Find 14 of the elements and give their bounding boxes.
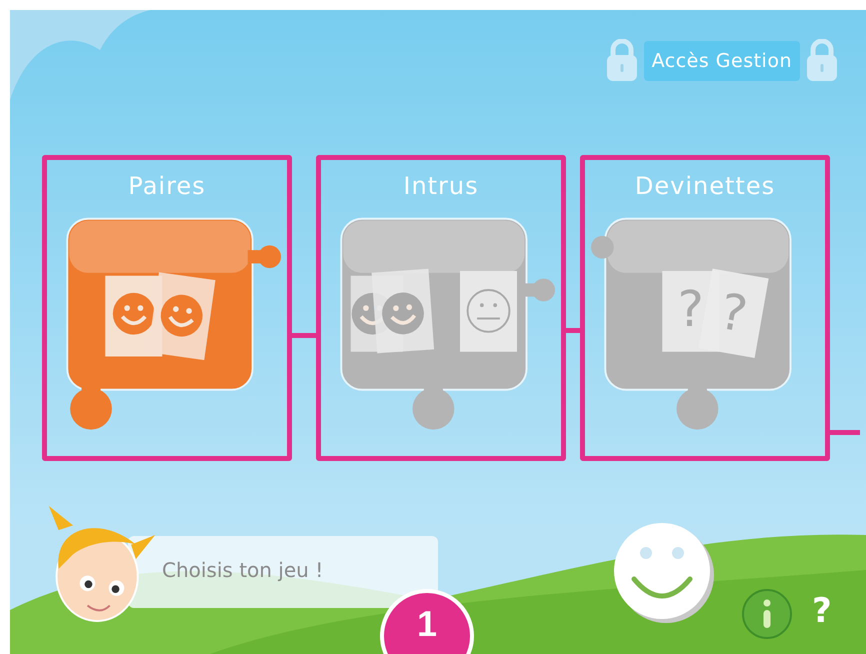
padlock-icon (804, 39, 840, 83)
help-button[interactable]: ? (812, 591, 832, 631)
game-title: Devinettes (634, 172, 776, 200)
admin-access-button[interactable]: Accès Gestion (644, 41, 800, 81)
speech-bubble-text: Choisis ton jeu ! (128, 536, 438, 608)
game-title: Intrus (403, 172, 479, 200)
card-symbol: ? (678, 280, 704, 338)
game-card[interactable]: Devinettes ? ? (580, 155, 830, 461)
smiley-button-icon[interactable] (612, 521, 716, 625)
game-card[interactable]: Intrus (316, 155, 566, 461)
info-icon[interactable] (741, 588, 793, 640)
game-card[interactable]: Paires (42, 155, 292, 461)
card-symbol: ? (716, 282, 752, 344)
game-title: Paires (128, 172, 206, 200)
